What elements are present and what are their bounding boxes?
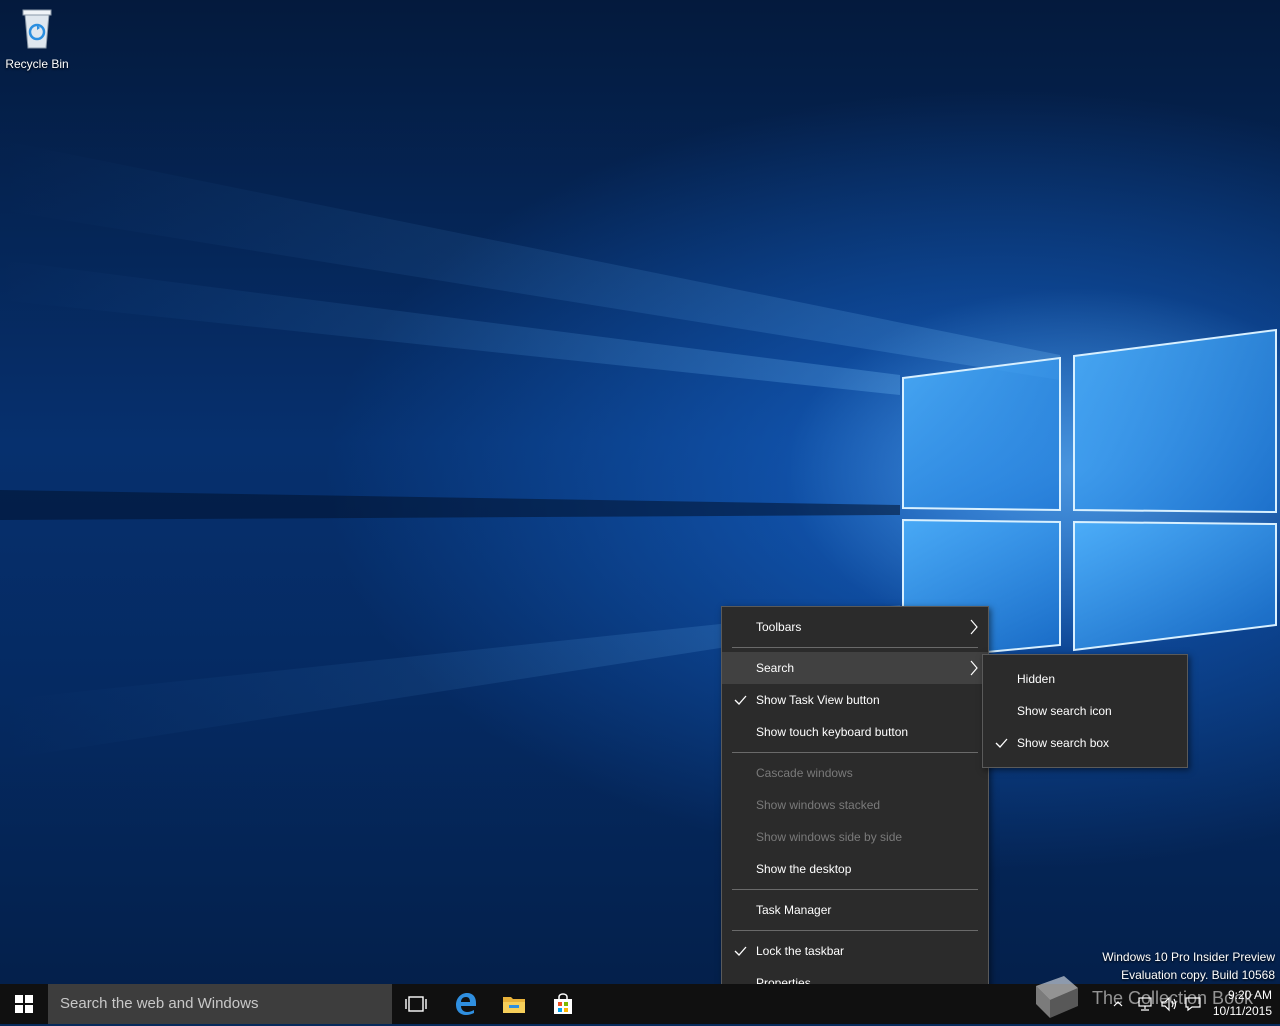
taskbar-context-menu: Toolbars Search Show Task View button Sh… bbox=[721, 606, 989, 1004]
menu-item-label: Show the desktop bbox=[756, 862, 852, 876]
edge-icon bbox=[456, 993, 476, 1015]
menu-item-show-windows-stacked: Show windows stacked bbox=[722, 789, 988, 821]
desktop-icon-recycle-bin[interactable]: Recycle Bin bbox=[4, 6, 70, 71]
submenu-item-hidden[interactable]: Hidden bbox=[983, 663, 1187, 695]
menu-item-label: Show Task View button bbox=[756, 693, 880, 707]
watermark-line-1: Windows 10 Pro Insider Preview bbox=[1102, 950, 1275, 964]
recycle-bin-icon bbox=[22, 9, 52, 49]
overlay-watermark-text: The Collection Book bbox=[1092, 988, 1254, 1008]
desktop-icon-label: Recycle Bin bbox=[5, 57, 69, 71]
menu-separator bbox=[732, 647, 978, 648]
menu-item-toolbars[interactable]: Toolbars bbox=[722, 611, 988, 643]
menu-item-label: Toolbars bbox=[756, 620, 802, 634]
file-explorer-button[interactable] bbox=[490, 984, 538, 1024]
checkmark-icon bbox=[995, 738, 1008, 748]
chevron-right-icon bbox=[970, 660, 978, 676]
menu-item-label: Show windows stacked bbox=[756, 798, 881, 812]
start-button[interactable] bbox=[0, 984, 48, 1024]
file-explorer-icon bbox=[503, 997, 525, 1013]
menu-item-label: Show search icon bbox=[1017, 704, 1112, 718]
watermark-line-2: Evaluation copy. Build 10568 bbox=[1121, 968, 1275, 982]
menu-item-label: Task Manager bbox=[756, 903, 832, 917]
menu-item-show-windows-side-by-side: Show windows side by side bbox=[722, 821, 988, 853]
search-placeholder: Search the web and Windows bbox=[60, 995, 259, 1012]
search-input[interactable]: Search the web and Windows bbox=[48, 984, 392, 1024]
store-button[interactable] bbox=[539, 984, 587, 1024]
checkmark-icon bbox=[734, 695, 747, 705]
menu-item-task-manager[interactable]: Task Manager bbox=[722, 894, 988, 926]
book-icon bbox=[1030, 972, 1082, 1026]
menu-item-search[interactable]: Search bbox=[722, 652, 988, 684]
menu-item-label: Lock the taskbar bbox=[756, 944, 845, 958]
store-icon bbox=[554, 993, 572, 1014]
task-view-icon bbox=[405, 996, 427, 1012]
menu-separator bbox=[732, 930, 978, 931]
chevron-right-icon bbox=[970, 619, 978, 635]
search-submenu: Hidden Show search icon Show search box bbox=[982, 654, 1188, 768]
windows-wallpaper-art bbox=[0, 140, 1277, 760]
submenu-item-show-search-icon[interactable]: Show search icon bbox=[983, 695, 1187, 727]
windows-logo-icon bbox=[15, 995, 33, 1013]
menu-item-label: Show search box bbox=[1017, 736, 1110, 750]
menu-item-show-the-desktop[interactable]: Show the desktop bbox=[722, 853, 988, 885]
menu-item-label: Search bbox=[756, 661, 795, 675]
menu-item-cascade-windows: Cascade windows bbox=[722, 757, 988, 789]
menu-separator bbox=[732, 889, 978, 890]
task-view-button[interactable] bbox=[392, 984, 440, 1024]
checkmark-icon bbox=[734, 946, 747, 956]
menu-item-label: Show touch keyboard button bbox=[756, 725, 909, 739]
taskbar: Search the web and Windows 9:20 AM 10/11… bbox=[0, 984, 1280, 1024]
edge-button[interactable] bbox=[442, 984, 490, 1024]
desktop-wallpaper: Recycle Bin Windows 10 Pro Insider Previ… bbox=[0, 0, 1280, 984]
menu-item-label: Hidden bbox=[1017, 672, 1056, 686]
menu-item-show-task-view-button[interactable]: Show Task View button bbox=[722, 684, 988, 716]
submenu-item-show-search-box[interactable]: Show search box bbox=[983, 727, 1187, 759]
menu-item-label: Show windows side by side bbox=[756, 830, 903, 844]
menu-item-show-touch-keyboard-button[interactable]: Show touch keyboard button bbox=[722, 716, 988, 748]
menu-item-lock-the-taskbar[interactable]: Lock the taskbar bbox=[722, 935, 988, 967]
menu-separator bbox=[732, 752, 978, 753]
build-watermark: Windows 10 Pro Insider Preview Evaluatio… bbox=[1102, 948, 1275, 984]
menu-item-label: Cascade windows bbox=[756, 766, 853, 780]
